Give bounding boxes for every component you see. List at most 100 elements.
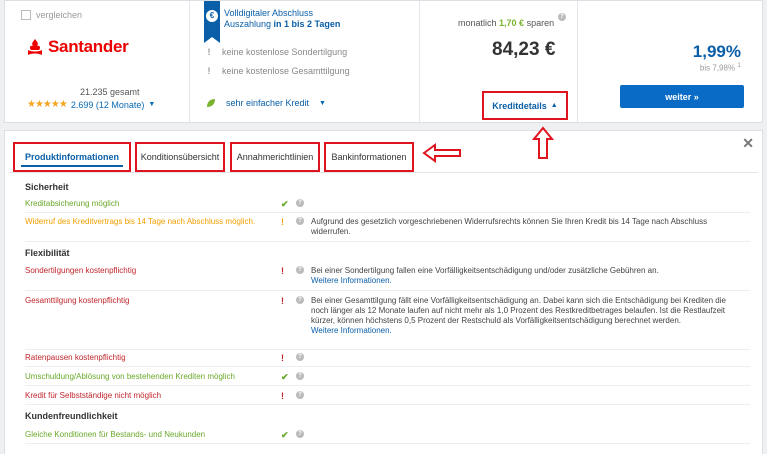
rate-footnote: 1 xyxy=(737,62,741,69)
feature-simple-credit[interactable]: sehr einfacher Kredit ▼ xyxy=(206,98,326,108)
row-label: Ratenpausen kostenpflichtig xyxy=(25,353,126,362)
tab-conditions[interactable]: Konditionsübersicht xyxy=(135,142,225,172)
features-column: € Volldigitaler Abschluss Auszahlung in … xyxy=(189,1,419,124)
euro-icon: € xyxy=(206,10,218,22)
active-tab-underline xyxy=(21,165,123,167)
monthly-saving: monatlich 1,70 € sparen xyxy=(458,18,554,28)
tab-label: Annahmerichtlinien xyxy=(236,152,314,162)
chevron-up-icon: ▲ xyxy=(550,102,558,109)
section-title-customer-friendliness: Kundenfreundlichkeit xyxy=(25,411,118,421)
checkbox-box[interactable] xyxy=(21,10,31,20)
info-icon[interactable]: ? xyxy=(296,296,304,304)
warning-icon: ! xyxy=(207,47,211,57)
info-icon[interactable]: ? xyxy=(296,217,304,225)
tab-bank-info[interactable]: Bankinformationen xyxy=(324,142,414,172)
list-item: Widerruf des Kreditvertrags bis 14 Tage … xyxy=(25,217,750,242)
price-column: monatlich 1,70 € sparen ? 84,23 € Kredit… xyxy=(419,1,577,124)
feature-link[interactable]: sehr einfacher Kredit xyxy=(226,98,309,108)
feature-label: keine kostenlose Gesamttilgung xyxy=(222,66,350,76)
feature-no-free-full-repayment: ! keine kostenlose Gesamttilgung xyxy=(206,66,350,76)
row-label: Widerruf des Kreditvertrags bis 14 Tage … xyxy=(25,217,256,226)
chevron-down-icon[interactable]: ▼ xyxy=(148,101,155,108)
list-item: Ratenpausen kostenpflichtig ! ? xyxy=(25,353,750,367)
santander-flame-icon xyxy=(28,39,42,55)
rating-total: 21.235 gesamt xyxy=(80,87,140,97)
row-label: Kredit für Selbstständige nicht möglich xyxy=(25,391,162,400)
credit-details-button[interactable]: Kreditdetails ▲ xyxy=(482,91,568,120)
section-title-security: Sicherheit xyxy=(25,182,69,192)
rate-range: bis 7,98% 1 xyxy=(700,62,741,73)
saving-amount: 1,70 € xyxy=(499,18,525,28)
warning-icon: ! xyxy=(281,391,284,401)
tabs-divider xyxy=(9,172,758,173)
compare-label: vergleichen xyxy=(36,10,83,20)
info-icon[interactable]: ? xyxy=(296,353,304,361)
more-info-link[interactable]: Weitere Informationen. xyxy=(311,276,741,286)
warning-icon: ! xyxy=(281,296,284,306)
row-description: Aufgrund des gesetzlich vorgeschriebenen… xyxy=(311,217,708,236)
tab-product-info[interactable]: Produktinformationen xyxy=(13,142,131,172)
more-info-link[interactable]: Weitere Informationen. xyxy=(311,326,741,336)
warning-icon: ! xyxy=(281,353,284,363)
chevron-down-icon[interactable]: ▼ xyxy=(319,100,326,107)
row-label: Kreditabsicherung möglich xyxy=(25,199,120,208)
bank-column: vergleichen Santander 21.235 gesamt ★★★★… xyxy=(5,1,189,124)
list-item: Umschuldung/Ablösung von bestehenden Kre… xyxy=(25,372,750,386)
section-title-flexibility: Flexibilität xyxy=(25,248,70,258)
annotation-arrow-up-icon xyxy=(532,126,554,159)
list-item: Kreditabsicherung möglich ✔ ? xyxy=(25,199,750,213)
info-icon[interactable]: ? xyxy=(296,430,304,438)
credit-details-label: Kreditdetails xyxy=(492,100,547,111)
bank-logo: Santander xyxy=(27,37,129,57)
tab-bar: Produktinformationen Konditionsübersicht… xyxy=(9,138,439,172)
row-label: Sondertilgungen kostenpflichtig xyxy=(25,266,137,275)
details-panel: ✕ Produktinformationen Konditionsübersic… xyxy=(4,130,763,454)
rate-column: 1,99% bis 7,98% 1 weiter » xyxy=(577,1,763,124)
check-icon: ✔ xyxy=(281,430,289,440)
info-icon[interactable]: ? xyxy=(296,372,304,380)
feature-label: keine kostenlose Sondertilgung xyxy=(222,47,348,57)
annotation-arrow-left-icon xyxy=(422,143,461,163)
check-icon: ✔ xyxy=(281,372,289,382)
row-label: Gesamttilgung kostenpflichtig xyxy=(25,296,130,305)
warning-icon: ! xyxy=(281,217,284,227)
info-icon[interactable]: ? xyxy=(296,266,304,274)
ratings-link[interactable]: 2.699 (12 Monate) xyxy=(71,100,145,110)
tab-label: Bankinformationen xyxy=(331,152,407,162)
tab-acceptance-guidelines[interactable]: Annahmerichtlinien xyxy=(230,142,320,172)
row-description-text: Bei einer Gesamttilgung fällt eine Vorfä… xyxy=(311,296,726,325)
monthly-prefix: monatlich xyxy=(458,18,500,28)
interest-rate: 1,99% xyxy=(692,42,741,61)
list-item: Gleiche Konditionen für Bestands- und Ne… xyxy=(25,430,750,444)
info-icon[interactable]: ? xyxy=(296,199,304,207)
warning-icon: ! xyxy=(281,266,284,276)
bank-name: Santander xyxy=(48,37,129,56)
star-rating-icon: ★★★★★ xyxy=(27,99,68,110)
row-label: Umschuldung/Ablösung von bestehenden Kre… xyxy=(25,372,235,381)
rate-range-text: bis 7,98% xyxy=(699,63,736,73)
list-item: Sondertilgungen kostenpflichtig ! ? Bei … xyxy=(25,266,750,291)
digital-subtitle: Auszahlung in 1 bis 2 Tagen xyxy=(224,19,340,29)
rating-row: ★★★★★ 2.699 (12 Monate) ▼ xyxy=(27,99,155,110)
row-label: Gleiche Konditionen für Bestands- und Ne… xyxy=(25,430,206,439)
close-icon[interactable]: ✕ xyxy=(742,135,754,152)
leaf-icon xyxy=(207,99,215,107)
continue-button[interactable]: weiter » xyxy=(620,85,744,108)
digital-sub-bold: in 1 bis 2 Tagen xyxy=(273,19,341,29)
monthly-suffix: sparen xyxy=(524,18,555,28)
euro-ribbon-icon: € xyxy=(204,1,220,43)
monthly-price: 84,23 € xyxy=(492,39,556,60)
info-icon[interactable]: ? xyxy=(558,13,566,21)
check-icon: ✔ xyxy=(281,199,289,209)
feature-no-free-special-repayment: ! keine kostenlose Sondertilgung xyxy=(206,47,348,57)
tab-label: Konditionsübersicht xyxy=(140,152,220,162)
warning-icon: ! xyxy=(207,66,211,76)
digital-title: Volldigitaler Abschluss xyxy=(224,8,314,18)
row-description-text: Bei einer Sondertilgung fallen eine Vorf… xyxy=(311,266,659,275)
page: vergleichen Santander 21.235 gesamt ★★★★… xyxy=(0,0,767,454)
info-icon[interactable]: ? xyxy=(296,391,304,399)
tab-label: Produktinformationen xyxy=(25,152,119,162)
list-item: Gesamttilgung kostenpflichtig ! ? Bei ei… xyxy=(25,296,750,350)
compare-checkbox[interactable]: vergleichen xyxy=(21,10,82,20)
row-description: Bei einer Sondertilgung fallen eine Vorf… xyxy=(311,266,741,286)
